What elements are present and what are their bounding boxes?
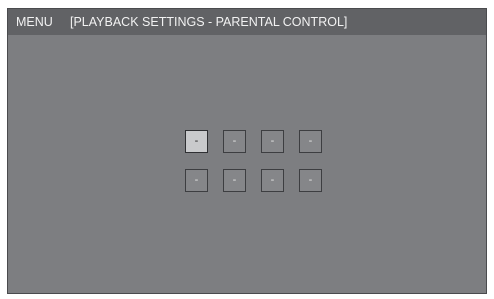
- password-digit-2-2[interactable]: -: [223, 169, 246, 192]
- menu-label: MENU: [16, 15, 53, 29]
- password-digit-1-1[interactable]: -: [185, 130, 208, 153]
- password-digit-2-3[interactable]: -: [261, 169, 284, 192]
- screen-title: [PLAYBACK SETTINGS - PARENTAL CONTROL]: [70, 15, 348, 29]
- password-digit-2-1[interactable]: -: [185, 169, 208, 192]
- dialog-window: MENU [PLAYBACK SETTINGS - PARENTAL CONTR…: [7, 8, 487, 294]
- title-bar: MENU [PLAYBACK SETTINGS - PARENTAL CONTR…: [8, 9, 486, 35]
- password-digit-1-4[interactable]: -: [299, 130, 322, 153]
- password-digit-1-3[interactable]: -: [261, 130, 284, 153]
- password-digit-1-2[interactable]: -: [223, 130, 246, 153]
- password-digit-2-4[interactable]: -: [299, 169, 322, 192]
